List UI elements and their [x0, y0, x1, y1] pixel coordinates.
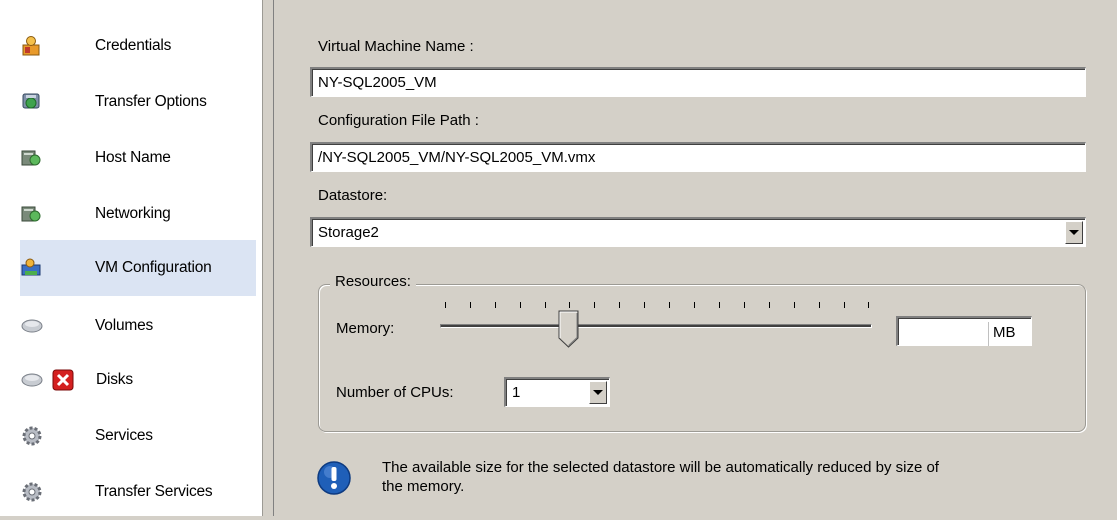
sidebar-item-credentials[interactable]: Credentials: [20, 18, 256, 74]
cpu-dropdown-button[interactable]: [589, 381, 607, 404]
info-message: The available size for the selected data…: [382, 459, 939, 495]
chevron-down-icon: [1069, 230, 1079, 235]
sidebar-item-disks[interactable]: Disks: [20, 352, 256, 408]
sidebar-item-label: Credentials: [95, 37, 172, 54]
slider-tick: [844, 302, 845, 308]
datastore-select[interactable]: Storage2: [310, 217, 1086, 247]
slider-tick: [744, 302, 745, 308]
credentials-icon: [20, 35, 44, 57]
vm-configuration-panel: Virtual Machine Name : NY-SQL2005_VM Con…: [274, 0, 1117, 516]
navigation-sidebar: Credentials Transfer Options Host Name N…: [0, 0, 263, 516]
slider-tick: [495, 302, 496, 308]
config-path-input[interactable]: /NY-SQL2005_VM/NY-SQL2005_VM.vmx: [310, 142, 1086, 172]
transfer-services-icon: [20, 481, 44, 503]
slider-tick: [569, 302, 570, 308]
slider-tick: [470, 302, 471, 308]
cpu-value: 1: [512, 384, 521, 401]
sidebar-item-label: Transfer Options: [95, 93, 207, 110]
slider-tick: [868, 302, 869, 308]
slider-tick: [819, 302, 820, 308]
vm-configuration-icon: [20, 257, 44, 279]
slider-tick: [545, 302, 546, 308]
slider-tick: [445, 302, 446, 308]
resources-legend: Resources:: [330, 273, 416, 290]
sidebar-item-label: Host Name: [95, 149, 171, 166]
cpu-select[interactable]: 1: [504, 377, 610, 407]
networking-icon: [20, 203, 44, 225]
memory-unit: MB: [988, 322, 1032, 346]
cpu-label: Number of CPUs:: [336, 384, 454, 401]
slider-tick: [669, 302, 670, 308]
memory-slider-thumb[interactable]: [558, 310, 580, 348]
sidebar-item-label: Networking: [95, 205, 171, 222]
services-icon: [20, 425, 44, 447]
memory-slider-track[interactable]: [440, 324, 872, 328]
datastore-dropdown-button[interactable]: [1065, 221, 1083, 244]
sidebar-item-volumes[interactable]: Volumes: [20, 298, 256, 354]
resources-group: [318, 284, 1086, 432]
sidebar-item-label: Disks: [96, 371, 133, 388]
slider-tick: [594, 302, 595, 308]
slider-tick: [644, 302, 645, 308]
transfer-options-icon: [20, 91, 44, 113]
slider-tick: [694, 302, 695, 308]
sidebar-item-transfer-services[interactable]: Transfer Services: [20, 464, 256, 520]
memory-label: Memory:: [336, 320, 395, 337]
chevron-down-icon: [593, 390, 603, 395]
sidebar-item-transfer-options[interactable]: Transfer Options: [20, 74, 256, 130]
config-path-label: Configuration File Path :: [318, 112, 479, 129]
disks-icon: [20, 369, 44, 391]
sidebar-item-label: VM Configuration: [95, 259, 212, 276]
slider-tick: [719, 302, 720, 308]
sidebar-item-networking[interactable]: Networking: [20, 186, 256, 242]
sidebar-item-label: Volumes: [95, 317, 154, 334]
sidebar-item-label: Transfer Services: [95, 483, 213, 500]
host-name-icon: [20, 147, 44, 169]
sidebar-item-host-name[interactable]: Host Name: [20, 130, 256, 186]
error-icon: [52, 369, 74, 391]
volumes-icon: [20, 315, 44, 337]
datastore-label: Datastore:: [318, 187, 388, 204]
slider-tick: [619, 302, 620, 308]
sidebar-item-vm-configuration[interactable]: VM Configuration: [20, 240, 256, 296]
slider-tick: [794, 302, 795, 308]
panel-splitter[interactable]: [263, 0, 274, 516]
slider-tick: [769, 302, 770, 308]
info-icon: [316, 460, 352, 496]
vm-name-label: Virtual Machine Name :: [318, 38, 474, 55]
vm-name-input[interactable]: NY-SQL2005_VM: [310, 67, 1086, 97]
datastore-value: Storage2: [318, 224, 379, 241]
slider-tick: [520, 302, 521, 308]
sidebar-item-label: Services: [95, 427, 153, 444]
sidebar-item-services[interactable]: Services: [20, 408, 256, 464]
